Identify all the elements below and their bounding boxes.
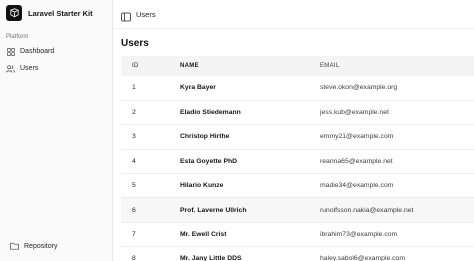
cell-name: Prof. Laverne Ullrich [180,206,247,214]
cell-name: Esta Goyette PhD [180,157,238,165]
sidebar-item-repository[interactable]: Repository [3,239,109,253]
cell-email: ibrahim73@example.com [320,231,398,239]
sidebar: Laravel Starter Kit Platform Dashboard U… [0,0,113,261]
column-header-name[interactable]: NAME [180,56,320,76]
cell-id: 4 [132,157,136,165]
cell-email: madie34@example.com [320,182,394,190]
column-header-id[interactable]: ID [121,56,180,76]
table-row[interactable]: 6 Prof. Laverne Ullrich runolfsson.nakia… [121,197,474,223]
column-header-email[interactable]: EMAIL [320,56,474,76]
brand-name: Laravel Starter Kit [28,8,93,18]
cell-email: reanna65@example.net [320,157,393,165]
cell-id: 7 [132,231,136,239]
users-icon [6,64,15,73]
table-row[interactable]: 8 Mr. Jany Little DDS haley.sabol6@examp… [121,247,474,261]
app-window: Laravel Starter Kit Platform Dashboard U… [0,0,474,261]
cell-email: runolfsson.nakia@example.net [320,206,414,214]
nav-group-label: Platform [6,34,29,40]
cell-name: Mr. Ewell Crist [180,231,227,239]
page-title: Users [121,38,149,49]
cell-id: 5 [132,182,136,190]
top-bar: Users [113,0,474,29]
cell-name: Eladio Stiedemann [180,109,241,117]
users-table: ID NAME EMAIL 1 Kyra Bayer steve.okon@ex… [121,56,474,261]
cell-email: haley.sabol6@example.com [320,255,405,261]
sidebar-item-label: Users [20,65,39,72]
cell-id: 3 [132,133,136,141]
dashboard-grid-icon [6,47,15,56]
main-content: Users Users ID NAME EMAIL 1 Kyra Bayer s… [113,0,474,261]
table-header-row: ID NAME EMAIL [121,56,474,76]
cell-id: 8 [132,255,136,261]
sidebar-item-dashboard[interactable]: Dashboard [3,44,109,59]
cell-name: Christop Hirthe [180,133,230,141]
cell-id: 2 [132,109,136,117]
cell-id: 6 [132,206,136,214]
laravel-logo-icon [6,5,22,21]
sidebar-toggle-icon[interactable] [121,9,131,22]
sidebar-item-label: Repository [24,242,58,250]
sidebar-item-users[interactable]: Users [3,61,109,76]
breadcrumb[interactable]: Users [136,10,156,19]
cell-email: steve.okon@example.org [320,84,398,92]
folder-icon [10,237,19,255]
cell-name: Kyra Bayer [180,84,216,92]
table-row[interactable]: 3 Christop Hirthe emmy21@example.com [121,125,474,150]
cell-email: emmy21@example.com [320,133,394,141]
table-row[interactable]: 1 Kyra Bayer steve.okon@example.org [121,76,474,101]
table-row[interactable]: 4 Esta Goyette PhD reanna65@example.net [121,149,474,174]
brand[interactable]: Laravel Starter Kit [6,5,93,21]
cell-id: 1 [132,84,136,92]
table-row[interactable]: 5 Hilario Kunze madie34@example.com [121,174,474,198]
cell-name: Hilario Kunze [180,182,224,190]
cell-name: Mr. Jany Little DDS [180,255,242,261]
sidebar-item-label: Dashboard [20,48,55,55]
cell-email: jess.kub@example.net [320,109,389,117]
table-row[interactable]: 7 Mr. Ewell Crist ibrahim73@example.com [121,222,474,247]
table-row[interactable]: 2 Eladio Stiedemann jess.kub@example.net [121,100,474,125]
